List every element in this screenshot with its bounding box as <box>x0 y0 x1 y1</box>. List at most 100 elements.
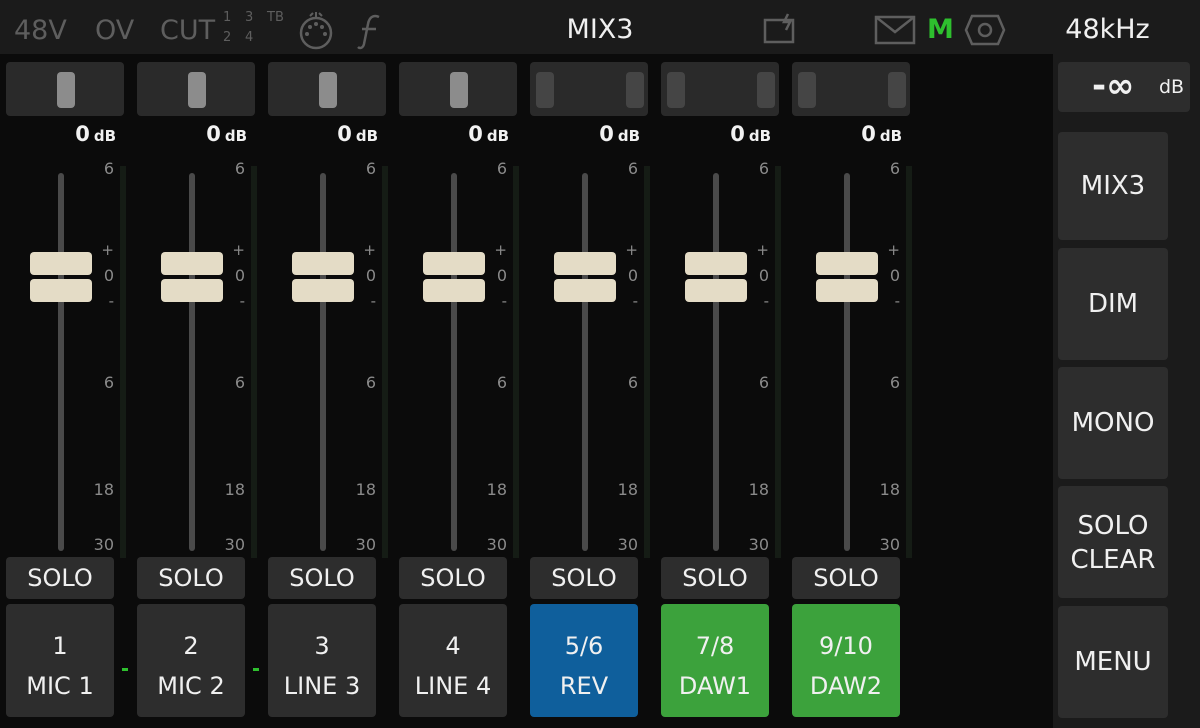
channel-strip: 0 dB 6 +0-6 18 30 SOLO 7/8 DAW1 <box>659 60 781 720</box>
fader-track[interactable] <box>844 173 850 551</box>
pan-handle[interactable] <box>57 72 75 108</box>
channel-label: LINE 4 <box>414 672 492 700</box>
solo-button[interactable]: SOLO <box>399 557 507 599</box>
solo-clear-button[interactable]: SOLO CLEAR <box>1058 486 1168 598</box>
right-panel: -∞ dB MIX3 DIM MONO SOLO CLEAR MENU <box>1053 54 1200 728</box>
channel-label: LINE 3 <box>283 672 361 700</box>
pan-handle-left[interactable] <box>536 72 554 108</box>
fader-cap[interactable] <box>161 252 223 304</box>
solo-button[interactable]: SOLO <box>530 557 638 599</box>
fader-track[interactable] <box>58 173 64 551</box>
fader-track[interactable] <box>582 173 588 551</box>
pan-handle-left[interactable] <box>667 72 685 108</box>
channel-strip: 0 dB 6 +0-6 18 30 SOLO 9/10 DAW2 <box>790 60 912 720</box>
solo-button[interactable]: SOLO <box>792 557 900 599</box>
pan-handle-right[interactable] <box>626 72 644 108</box>
cut-channels: 1 3 TB 24 <box>223 8 289 48</box>
channel-name-button[interactable]: 2 MIC 2 <box>137 604 245 717</box>
level-meter <box>906 166 912 558</box>
level-meter <box>644 166 650 558</box>
pan-handle-right[interactable] <box>757 72 775 108</box>
channel-label: DAW1 <box>678 672 752 700</box>
channel-strip: 0 dB 6 +0-6 18 30 SOLO 2 MIC 2 <box>135 60 259 720</box>
channel-label: MIC 1 <box>26 672 94 700</box>
midi-icon[interactable] <box>295 12 337 50</box>
gain-value: 0 <box>337 122 352 146</box>
channel-number: 4 <box>445 632 461 660</box>
pan-control[interactable] <box>661 62 779 116</box>
gain-value: 0 <box>599 122 614 146</box>
fader-cap[interactable] <box>685 252 747 304</box>
dim-button[interactable]: DIM <box>1058 248 1168 360</box>
gain-unit: dB <box>355 127 378 145</box>
overload-indicator[interactable]: OV <box>95 14 134 48</box>
gain-readout: 0 dB <box>397 122 509 146</box>
mono-button[interactable]: MONO <box>1058 367 1168 479</box>
fader-cap[interactable] <box>816 252 878 304</box>
meter-signal <box>122 668 128 671</box>
fader-track[interactable] <box>451 173 457 551</box>
fader-track[interactable] <box>713 173 719 551</box>
channel-name-button[interactable]: 1 MIC 1 <box>6 604 114 717</box>
fader-cap[interactable] <box>554 252 616 304</box>
pan-control[interactable] <box>268 62 386 116</box>
solo-button[interactable]: SOLO <box>661 557 769 599</box>
meter-signal <box>253 668 259 671</box>
channel-number: 2 <box>183 632 199 660</box>
master-level-display[interactable]: -∞ dB <box>1058 62 1190 112</box>
pan-handle[interactable] <box>319 72 337 108</box>
gain-value: 0 <box>468 122 483 146</box>
mail-icon[interactable] <box>874 15 916 45</box>
pan-control[interactable] <box>6 62 124 116</box>
channel-name-button[interactable]: 7/8 DAW1 <box>661 604 769 717</box>
pan-control[interactable] <box>137 62 255 116</box>
cut-tb: TB <box>267 10 284 25</box>
cut-indicator[interactable]: CUT <box>160 14 215 48</box>
pc-connection-icon[interactable] <box>762 12 800 46</box>
channel-name-button[interactable]: 4 LINE 4 <box>399 604 507 717</box>
level-meter <box>251 166 257 558</box>
channel-name-button[interactable]: 5/6 REV <box>530 604 638 717</box>
gain-value: 0 <box>75 122 90 146</box>
top-bar: 48V OV CUT 1 3 TB 24 MIX3 M 48kHz <box>0 0 1200 54</box>
page-title: MIX3 <box>566 14 634 45</box>
pan-handle-left[interactable] <box>798 72 816 108</box>
pan-control[interactable] <box>399 62 517 116</box>
pan-control[interactable] <box>530 62 648 116</box>
solo-button[interactable]: SOLO <box>268 557 376 599</box>
gain-readout: 0 dB <box>528 122 640 146</box>
solo-button[interactable]: SOLO <box>137 557 245 599</box>
channel-strip: 0 dB 6 +0-6 18 30 SOLO 3 LINE 3 <box>266 60 388 720</box>
gear-icon[interactable] <box>962 10 1008 50</box>
channel-name-button[interactable]: 3 LINE 3 <box>268 604 376 717</box>
channel-name-button[interactable]: 9/10 DAW2 <box>792 604 900 717</box>
phantom-indicator[interactable]: 48V <box>14 14 67 48</box>
pan-handle-right[interactable] <box>888 72 906 108</box>
gain-unit: dB <box>93 127 116 145</box>
pan-control[interactable] <box>792 62 910 116</box>
pan-handle[interactable] <box>188 72 206 108</box>
fader-cap[interactable] <box>30 252 92 304</box>
channel-number: 3 <box>314 632 330 660</box>
menu-button[interactable]: MENU <box>1058 606 1168 718</box>
gain-readout: 0 dB <box>135 122 247 146</box>
gain-readout: 0 dB <box>790 122 902 146</box>
sample-rate: 48kHz <box>1065 14 1150 45</box>
solo-clear-line2: CLEAR <box>1070 545 1156 575</box>
fader-track[interactable] <box>189 173 195 551</box>
channel-label: DAW2 <box>809 672 883 700</box>
gain-unit: dB <box>224 127 247 145</box>
solo-button[interactable]: SOLO <box>6 557 114 599</box>
channel-strip: 0 dB 6 +0-6 18 30 SOLO 5/6 REV <box>528 60 650 720</box>
gain-unit: dB <box>486 127 509 145</box>
fader-cap[interactable] <box>292 252 354 304</box>
fader-track[interactable] <box>320 173 326 551</box>
gain-unit: dB <box>617 127 640 145</box>
script-f-icon[interactable] <box>355 12 387 50</box>
channel-number: 5/6 <box>564 632 604 660</box>
fader-cap[interactable] <box>423 252 485 304</box>
gain-readout: 0 dB <box>659 122 771 146</box>
level-meter <box>513 166 519 558</box>
mix-select-button[interactable]: MIX3 <box>1058 132 1168 240</box>
pan-handle[interactable] <box>450 72 468 108</box>
